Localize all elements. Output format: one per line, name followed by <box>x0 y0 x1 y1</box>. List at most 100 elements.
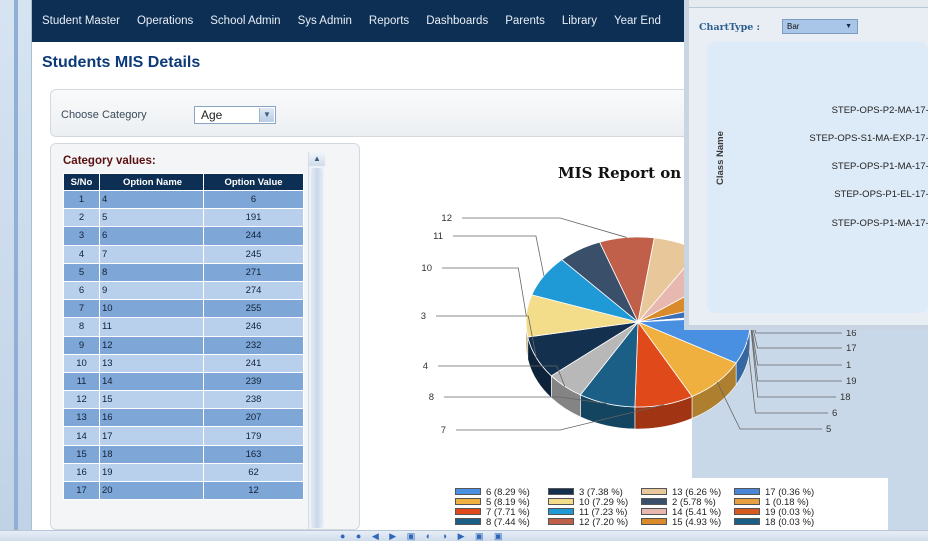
legend-swatch <box>734 508 760 515</box>
nav-item-dashboards[interactable]: Dashboards <box>426 15 488 27</box>
nav-item-operations[interactable]: Operations <box>137 15 193 27</box>
legend-swatch <box>455 518 481 525</box>
legend-swatch <box>734 498 760 505</box>
class-name-axis-label: Class Name <box>715 131 726 185</box>
bottom-toolbar: ● ● ◀ ▶ ▣ ◐ ◑ ▶ ▣ ▣ <box>0 530 928 541</box>
table-row[interactable]: 6 9 274 <box>63 280 304 301</box>
table-row[interactable]: 16 19 62 <box>63 462 304 483</box>
cell-sno: 17 <box>63 480 100 501</box>
nav-item-year-end[interactable]: Year End <box>614 15 661 27</box>
table-row[interactable]: 2 5 191 <box>63 208 304 228</box>
legend-swatch <box>548 488 574 495</box>
nav-item-student-master[interactable]: Student Master <box>42 15 120 27</box>
legend-swatch <box>734 488 760 495</box>
cell-option-value: 232 <box>203 335 304 355</box>
table-row[interactable]: 14 17 179 <box>63 426 304 446</box>
table-row[interactable]: 5 8 271 <box>63 262 304 282</box>
cell-sno: 15 <box>63 444 100 464</box>
legend-swatch <box>734 518 760 525</box>
cell-sno: 8 <box>63 317 100 337</box>
column-header-option-value: Option Value <box>203 173 304 191</box>
cell-sno: 1 <box>63 189 100 210</box>
category-select-value: Age <box>201 108 223 122</box>
scroll-up-arrow-icon[interactable]: ▲ <box>309 152 325 166</box>
cell-option-name: 4 <box>99 189 204 210</box>
class-label: STEP-OPS-P1-EL-17-0 <box>834 189 928 200</box>
nav-item-sys-admin[interactable]: Sys Admin <box>298 15 352 27</box>
cell-option-name: 19 <box>99 462 204 483</box>
table-row[interactable]: 8 11 246 <box>63 317 304 337</box>
toolbar-icons[interactable]: ● ● ◀ ▶ ▣ ◐ ◑ ▶ ▣ ▣ <box>340 531 507 541</box>
category-select[interactable]: Age ▼ <box>194 106 276 124</box>
pie-slice-side <box>691 362 737 419</box>
cell-option-value: 246 <box>203 317 304 337</box>
legend-text: 12 (7.20 %) <box>579 517 629 528</box>
cell-option-value: 12 <box>203 480 304 501</box>
table-scrollbar[interactable]: ▲ <box>308 152 325 529</box>
cell-sno: 11 <box>63 371 100 392</box>
popup-header <box>689 0 928 8</box>
cell-option-name: 15 <box>99 390 204 410</box>
category-table-body: 1 4 6 2 5 191 3 6 244 4 7 245 5 8 271 6 9 274 7 10 255 8 11 246… <box>63 189 304 501</box>
rail-divider <box>14 0 18 530</box>
cell-sno: 2 <box>63 208 100 228</box>
nav-item-school-admin[interactable]: School Admin <box>210 15 280 27</box>
cell-option-name: 9 <box>99 280 204 301</box>
nav-item-parents[interactable]: Parents <box>505 15 545 27</box>
legend-swatch <box>641 508 667 515</box>
bar-chart-area: STEP-OPS-P2-MA-17-0 STEP-OPS-S1-MA-EXP-1… <box>707 42 928 313</box>
cell-sno: 5 <box>63 262 100 282</box>
cell-option-value: 255 <box>203 299 304 319</box>
category-table: S/No Option Name Option Value 1 4 6 2 5 191 3 6… <box>63 173 304 501</box>
class-label: STEP-OPS-P1-MA-17-0 <box>831 161 928 172</box>
table-row[interactable]: 7 10 255 <box>63 299 304 319</box>
class-label: STEP-OPS-P2-MA-17-0 <box>831 105 928 116</box>
cell-option-name: 6 <box>99 226 204 246</box>
table-row[interactable]: 4 7 245 <box>63 244 304 264</box>
table-row[interactable]: 13 16 207 <box>63 408 304 428</box>
table-row[interactable]: 146 <box>63 189 304 210</box>
scroll-thumb[interactable] <box>311 168 323 528</box>
table-row[interactable]: 17 20 12 <box>63 480 304 501</box>
cell-option-value: 179 <box>203 426 304 446</box>
page-title: Students MIS Details <box>42 54 201 71</box>
chart-type-select[interactable]: Bar ▼ <box>782 19 858 34</box>
cell-sno: 13 <box>63 408 100 428</box>
chart-type-label: ChartType : <box>699 22 761 33</box>
cell-option-value: 207 <box>203 408 304 428</box>
table-row[interactable]: 10 13 241 <box>63 353 304 373</box>
legend-item: 18 (0.03 %) <box>734 517 814 528</box>
table-row[interactable]: 9 12 232 <box>63 335 304 355</box>
category-values-title: Category values: <box>63 155 156 167</box>
table-row[interactable]: 15 18 163 <box>63 444 304 464</box>
cell-sno: 3 <box>63 226 100 246</box>
table-row[interactable]: 11 14 239 <box>63 371 304 392</box>
chart-legend: 6 (8.29 %) 5 (8.19 %) 7 (7.71 %) 8 (7.44 %)… <box>398 478 888 530</box>
cell-option-name: 5 <box>99 208 204 228</box>
chevron-down-icon[interactable]: ▼ <box>259 108 274 122</box>
chevron-down-icon[interactable]: ▼ <box>845 20 852 33</box>
legend-swatch <box>548 508 574 515</box>
legend-item: 12 (7.20 %) <box>548 517 628 528</box>
cell-option-value: 239 <box>203 371 304 392</box>
cell-option-name: 10 <box>99 299 204 319</box>
slice-label: 6 <box>832 408 837 419</box>
table-row[interactable]: 12 15 238 <box>63 390 304 410</box>
legend-swatch <box>641 488 667 495</box>
chart-popup-window: ChartType : Bar ▼ STEP-OPS-P2-MA-17-0 ST… <box>684 0 928 330</box>
cell-sno: 4 <box>63 244 100 264</box>
legend-item: 15 (4.93 %) <box>641 517 721 528</box>
slice-label: 19 <box>846 376 857 387</box>
nav-item-reports[interactable]: Reports <box>369 15 409 27</box>
legend-text: 8 (7.44 %) <box>486 517 530 528</box>
nav-item-library[interactable]: Library <box>562 15 597 27</box>
table-row[interactable]: 3 6 244 <box>63 226 304 246</box>
chart-panel <box>366 153 660 530</box>
cell-option-name: 20 <box>99 480 204 501</box>
category-values-panel: Category values: S/No Option Name Option… <box>50 143 360 530</box>
cell-option-value: 191 <box>203 208 304 228</box>
top-navigation: Student Master Operations School Admin S… <box>32 0 692 42</box>
cell-sno: 14 <box>63 426 100 446</box>
column-header-option-name: Option Name <box>99 173 204 191</box>
cell-sno: 9 <box>63 335 100 355</box>
